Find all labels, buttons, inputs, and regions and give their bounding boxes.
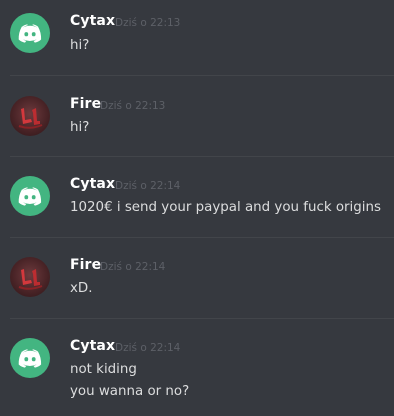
message-author[interactable]: Cytax — [70, 13, 115, 29]
discord-logo-icon[interactable] — [10, 338, 50, 378]
red-graffiti-avatar-icon[interactable] — [10, 257, 50, 297]
message-author[interactable]: Fire — [70, 96, 101, 112]
message-timestamp: Dziś o 22:14 — [100, 261, 166, 273]
red-graffiti-avatar-icon[interactable] — [10, 96, 50, 136]
message-timestamp: Dziś o 22:14 — [115, 180, 181, 192]
message-timestamp: Dziś o 22:13 — [115, 17, 181, 29]
message-author[interactable]: Cytax — [70, 338, 115, 354]
message-timestamp: Dziś o 22:13 — [100, 100, 166, 112]
message-author[interactable]: Fire — [70, 257, 101, 273]
message-text: 1020€ i send your paypal and you fuck or… — [70, 200, 381, 215]
message-text: xD. — [70, 281, 93, 296]
message-timestamp: Dziś o 22:14 — [115, 342, 181, 354]
message-author[interactable]: Cytax — [70, 176, 115, 192]
message-text: hi? — [70, 38, 90, 53]
chat-message-list: Cytax Dziś o 22:13 hi? Fire Dziś o 22:13… — [0, 0, 394, 416]
discord-logo-icon[interactable] — [10, 13, 50, 53]
discord-logo-icon[interactable] — [10, 176, 50, 216]
message-text: hi? — [70, 120, 90, 135]
message-divider — [10, 237, 394, 238]
message-text: you wanna or no? — [70, 384, 190, 399]
message-divider — [10, 75, 394, 76]
message-divider — [10, 156, 394, 157]
message-divider — [10, 318, 394, 319]
message-text: not kiding — [70, 362, 137, 377]
